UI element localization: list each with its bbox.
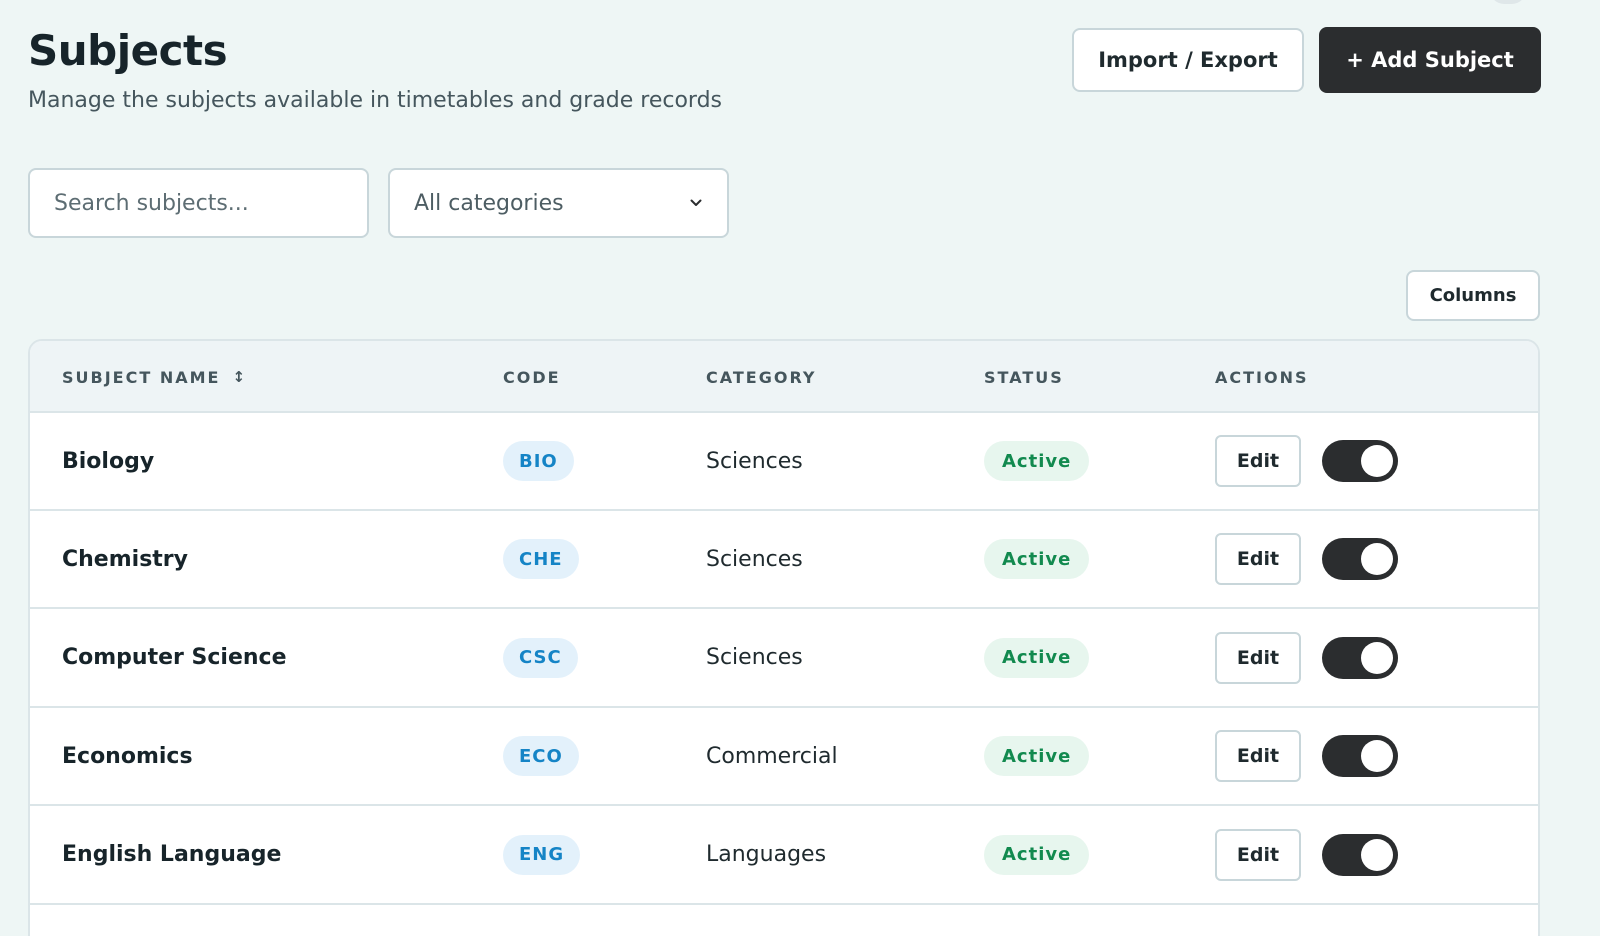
edit-button[interactable]: Edit [1215, 730, 1301, 783]
code-cell: ECO [503, 708, 579, 804]
toggle-knob [1361, 641, 1393, 674]
category-cell: Commercial [706, 708, 838, 804]
subject-name-cell: Chemistry [62, 511, 188, 607]
subject-name: Economics [62, 743, 193, 769]
subject-name: English Language [62, 842, 282, 868]
category-text: Sciences [706, 546, 803, 572]
edit-button[interactable]: Edit [1215, 828, 1301, 881]
subject-name: Chemistry [62, 546, 188, 572]
subjects-page: Subjects Manage the subjects available i… [0, 0, 1600, 936]
code-badge: ENG [503, 834, 581, 875]
code-cell: ENG [503, 807, 581, 903]
code-badge: BIO [503, 441, 574, 481]
category-cell: Sciences [706, 413, 803, 509]
active-toggle[interactable] [1322, 833, 1398, 876]
code-cell: CHE [503, 511, 579, 607]
code-cell: CSC [503, 610, 578, 706]
category-text: Languages [706, 842, 827, 868]
status-badge: Active [984, 637, 1090, 678]
actions-cell: Edit [1215, 807, 1398, 903]
subject-name-cell: Economics [62, 708, 193, 804]
code-badge: CHE [503, 539, 579, 580]
subject-name: Biology [62, 448, 155, 474]
add-subject-button[interactable]: + Add Subject [1319, 27, 1541, 93]
category-select[interactable]: All categories [388, 168, 729, 238]
subject-name: Computer Science [62, 645, 287, 671]
actions-cell: Edit [1215, 708, 1398, 804]
status-badge: Active [984, 736, 1090, 777]
search-input[interactable] [28, 168, 369, 238]
category-cell: Sciences [706, 511, 803, 607]
column-header-actions: ACTIONS [1215, 367, 1309, 387]
chevron-down-icon [689, 196, 703, 210]
category-text: Sciences [706, 448, 803, 474]
subject-name-cell: Biology [62, 413, 154, 509]
category-select-value: All categories [414, 190, 564, 216]
column-header-category: CATEGORY [706, 367, 817, 387]
category-cell: Sciences [706, 610, 803, 706]
column-header-status: STATUS [984, 367, 1064, 387]
status-badge: Active [984, 441, 1090, 481]
toggle-knob [1361, 740, 1393, 773]
table-row: Economics ECO Commercial Active Edit [30, 708, 1538, 807]
actions-cell: Edit [1215, 511, 1398, 607]
import-export-button[interactable]: Import / Export [1072, 28, 1304, 92]
table-row: Computer Science CSC Sciences Active Edi… [30, 609, 1538, 708]
category-text: Commercial [706, 743, 838, 769]
status-cell: Active [984, 511, 1090, 607]
subjects-table: SUBJECT NAME ↕ CODE CATEGORY STATUS ACTI… [28, 339, 1540, 936]
subject-name-cell: Computer Science [62, 610, 287, 706]
category-text: Sciences [706, 645, 803, 671]
active-toggle[interactable] [1322, 538, 1398, 581]
toggle-knob [1361, 543, 1393, 576]
table-row: Chemistry CHE Sciences Active Edit [30, 511, 1538, 610]
columns-button[interactable]: Columns [1406, 270, 1540, 321]
page-subtitle: Manage the subjects available in timetab… [28, 88, 722, 113]
page-title: Subjects [28, 26, 228, 75]
status-cell: Active [984, 610, 1090, 706]
status-cell: Active [984, 807, 1090, 903]
status-cell: Active [984, 413, 1090, 509]
column-header-code: CODE [503, 367, 561, 387]
subject-name-cell: English Language [62, 807, 281, 903]
category-cell: Languages [706, 807, 826, 903]
active-toggle[interactable] [1322, 636, 1398, 679]
edit-button[interactable]: Edit [1215, 631, 1301, 684]
actions-cell: Edit [1215, 413, 1398, 509]
code-badge: ECO [503, 736, 579, 777]
user-avatar[interactable] [1490, 0, 1526, 4]
code-badge: CSC [503, 637, 578, 678]
table-row: Biology BIO Sciences Active Edit [30, 413, 1538, 511]
toggle-knob [1361, 445, 1393, 477]
table-row: English Language ENG Languages Active Ed… [30, 806, 1538, 905]
status-badge: Active [984, 539, 1090, 580]
edit-button[interactable]: Edit [1215, 435, 1301, 487]
table-header: SUBJECT NAME ↕ CODE CATEGORY STATUS ACTI… [30, 341, 1538, 413]
code-cell: BIO [503, 413, 574, 509]
actions-cell: Edit [1215, 610, 1398, 706]
active-toggle[interactable] [1322, 735, 1398, 778]
column-header-subject-name[interactable]: SUBJECT NAME ↕ [62, 341, 245, 413]
toggle-knob [1361, 838, 1393, 871]
column-header-label: SUBJECT NAME [62, 367, 221, 387]
status-cell: Active [984, 708, 1090, 804]
active-toggle[interactable] [1322, 440, 1398, 482]
sort-icon[interactable]: ↕ [232, 368, 245, 386]
status-badge: Active [984, 834, 1090, 875]
edit-button[interactable]: Edit [1215, 533, 1301, 586]
